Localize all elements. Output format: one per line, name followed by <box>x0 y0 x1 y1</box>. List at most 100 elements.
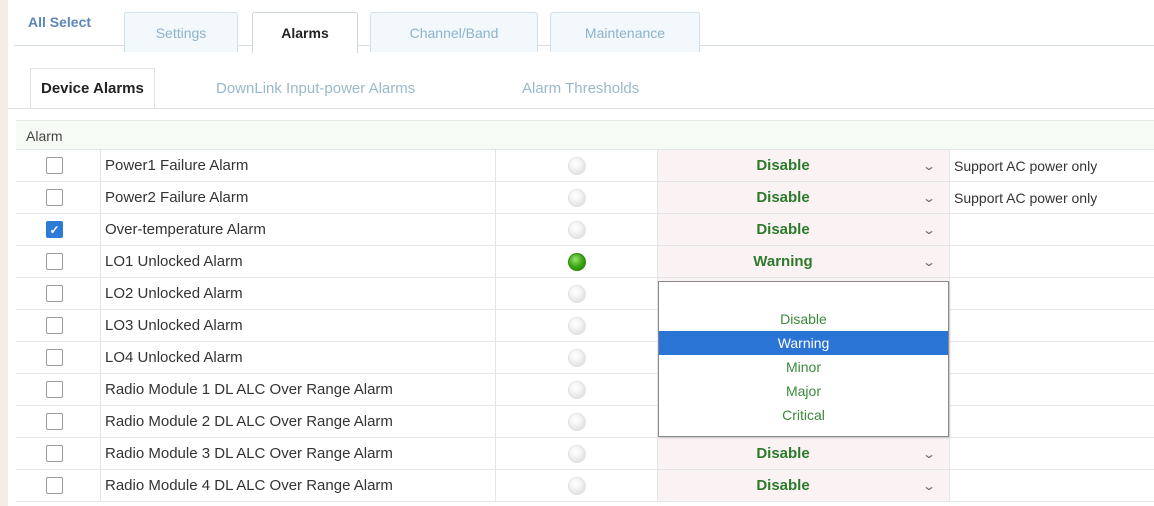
status-led-off-icon <box>567 284 586 303</box>
table-row: ✓ Over-temperature Alarm Disable ⌄ <box>16 214 1154 246</box>
tab-alarms[interactable]: Alarms <box>252 12 358 53</box>
alarm-level-value: Warning <box>753 253 813 270</box>
dropdown-option-critical[interactable]: Critical <box>659 403 948 427</box>
table-row: Power2 Failure Alarm Disable ⌄ Support AC p… <box>16 182 1154 214</box>
status-cell <box>496 246 658 277</box>
alarm-level-select[interactable]: Disable ⌄ <box>658 214 950 245</box>
alarm-level-value: Disable <box>756 157 810 174</box>
status-led-off-icon <box>567 316 586 335</box>
alarm-name: Radio Module 3 DL ALC Over Range Alarm <box>100 438 496 469</box>
status-cell <box>496 342 658 373</box>
alarm-name: Power1 Failure Alarm <box>100 150 496 181</box>
alarm-name: Over-temperature Alarm <box>100 214 496 245</box>
table-row: Power1 Failure Alarm Disable ⌄ Support AC p… <box>16 150 1154 182</box>
dropdown-option-major[interactable]: Major <box>659 379 948 403</box>
top-tab-bar: All Select Settings Alarms Channel/Band … <box>14 6 1154 53</box>
alarm-name: LO4 Unlocked Alarm <box>100 342 496 373</box>
table-row: Radio Module 3 DL ALC Over Range Alarm Di… <box>16 438 1154 470</box>
alarm-level-select[interactable]: Disable ⌄ <box>658 182 950 213</box>
status-cell <box>496 182 658 213</box>
alarm-level-select[interactable]: Disable ⌄ <box>658 150 950 181</box>
status-led-off-icon <box>567 444 586 463</box>
divider <box>8 108 1154 109</box>
alarm-note <box>950 374 1154 405</box>
row-checkbox[interactable] <box>46 477 63 494</box>
row-checkbox[interactable] <box>46 317 63 334</box>
all-select-link[interactable]: All Select <box>28 14 91 30</box>
tab-channel-band[interactable]: Channel/Band <box>370 12 538 52</box>
tab-settings[interactable]: Settings <box>124 12 238 52</box>
status-cell <box>496 438 658 469</box>
table-row: Radio Module 4 DL ALC Over Range Alarm Di… <box>16 470 1154 502</box>
alarm-note <box>950 470 1154 501</box>
chevron-down-icon[interactable]: ⌄ <box>922 447 936 461</box>
alarm-table: Alarm Power1 Failure Alarm Disable ⌄ Suppor… <box>16 120 1154 502</box>
alarm-note: Support AC power only <box>954 157 1098 174</box>
alarm-level-value: Disable <box>756 221 810 238</box>
alarm-name: Power2 Failure Alarm <box>100 182 496 213</box>
row-checkbox[interactable] <box>46 349 63 366</box>
status-led-off-icon <box>567 412 586 431</box>
row-checkbox-cell <box>46 278 76 309</box>
status-cell <box>496 214 658 245</box>
alarm-level-select[interactable]: Disable ⌄ <box>658 470 950 501</box>
alarm-note <box>950 342 1154 373</box>
alarm-note <box>950 214 1154 245</box>
row-checkbox[interactable] <box>46 253 63 270</box>
row-checkbox-cell <box>46 246 76 277</box>
row-checkbox-cell <box>46 182 76 213</box>
row-checkbox-cell <box>46 470 76 501</box>
row-checkbox[interactable] <box>46 413 63 430</box>
status-cell <box>496 310 658 341</box>
tab-maintenance[interactable]: Maintenance <box>550 12 700 52</box>
row-checkbox-cell <box>46 342 76 373</box>
alarm-note <box>950 310 1154 341</box>
alarm-name: LO3 Unlocked Alarm <box>100 310 496 341</box>
dropdown-option-warning[interactable]: Warning <box>659 331 948 355</box>
row-checkbox[interactable] <box>46 285 63 302</box>
status-led-off-icon <box>567 156 586 175</box>
chevron-down-icon[interactable]: ⌄ <box>922 191 936 205</box>
row-checkbox-cell <box>46 406 76 437</box>
table-row: Radio Module 2 DL ALC Over Range Alarm <box>16 406 1154 438</box>
row-checkbox[interactable]: ✓ <box>46 221 63 238</box>
tab-alarm-thresholds[interactable]: Alarm Thresholds <box>522 68 639 108</box>
status-cell <box>496 150 658 181</box>
dropdown-option-disable[interactable]: Disable <box>659 307 948 331</box>
tab-device-alarms[interactable]: Device Alarms <box>30 68 155 108</box>
table-body: Power1 Failure Alarm Disable ⌄ Support AC p… <box>16 150 1154 502</box>
dropdown-option-minor[interactable]: Minor <box>659 355 948 379</box>
row-checkbox-cell <box>46 438 76 469</box>
row-checkbox-cell <box>46 374 76 405</box>
alarm-level-value: Disable <box>756 477 810 494</box>
table-header: Alarm <box>16 120 1154 150</box>
alarm-name: Radio Module 2 DL ALC Over Range Alarm <box>100 406 496 437</box>
chevron-down-icon[interactable]: ⌄ <box>922 159 936 173</box>
alarm-note <box>950 278 1154 309</box>
alarm-name: LO1 Unlocked Alarm <box>100 246 496 277</box>
alarm-level-value: Disable <box>756 445 810 462</box>
row-checkbox[interactable] <box>46 189 63 206</box>
chevron-down-icon[interactable]: ⌄ <box>922 255 936 269</box>
row-checkbox[interactable] <box>46 445 63 462</box>
status-cell <box>496 374 658 405</box>
tab-downlink-input-power-alarms[interactable]: DownLink Input-power Alarms <box>216 68 415 108</box>
row-checkbox[interactable] <box>46 157 63 174</box>
status-cell <box>496 278 658 309</box>
chevron-down-icon[interactable]: ⌄ <box>922 479 936 493</box>
alarm-level-select[interactable]: Disable ⌄ <box>658 438 950 469</box>
table-row: Radio Module 1 DL ALC Over Range Alarm <box>16 374 1154 406</box>
row-checkbox-cell <box>46 310 76 341</box>
row-checkbox-cell: ✓ <box>46 214 76 245</box>
alarm-level-dropdown-list[interactable]: Disable Warning Minor Major Critical <box>658 281 949 437</box>
alarm-note <box>950 438 1154 469</box>
table-row: LO2 Unlocked Alarm <box>16 278 1154 310</box>
alarm-note: Support AC power only <box>954 189 1098 206</box>
alarm-level-select[interactable]: Warning ⌄ <box>658 246 950 277</box>
row-checkbox[interactable] <box>46 381 63 398</box>
table-row: LO3 Unlocked Alarm <box>16 310 1154 342</box>
alarm-name: Radio Module 4 DL ALC Over Range Alarm <box>100 470 496 501</box>
status-led-off-icon <box>567 348 586 367</box>
chevron-down-icon[interactable]: ⌄ <box>922 223 936 237</box>
alarm-note <box>950 246 1154 277</box>
